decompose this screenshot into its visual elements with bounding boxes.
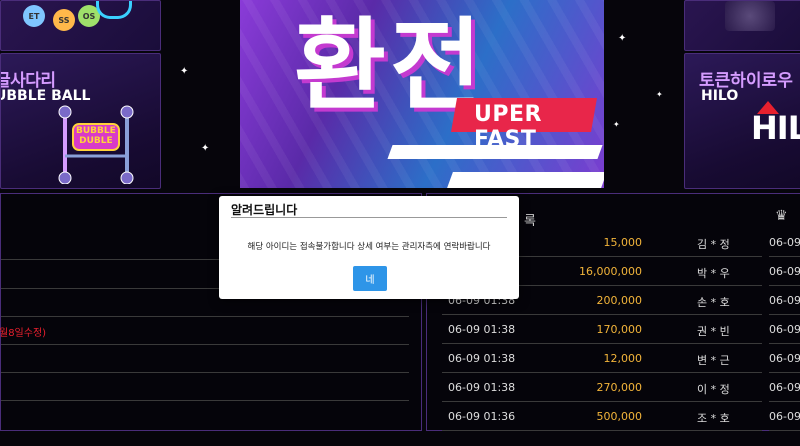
payout-amount: 16,000,000 — [579, 265, 642, 278]
side-table-row: 06-09 — [769, 227, 800, 257]
banner-stripe — [387, 145, 603, 159]
table-row: 06-09 01:38 170,000 권 * 빈 — [442, 314, 762, 344]
side-table-row: 06-09 — [769, 314, 800, 344]
sparkle-icon: ✦ — [180, 66, 189, 77]
payout-amount: 15,000 — [603, 236, 643, 249]
notice-item-text[interactable]: 월8일수정) — [0, 324, 46, 339]
side-time: 06-09 — [769, 410, 800, 423]
side-time: 06-09 — [769, 236, 800, 249]
payout-time: 06-09 01:36 — [448, 410, 516, 423]
payout-amount: 200,000 — [596, 294, 643, 307]
payout-amount: 170,000 — [596, 323, 643, 336]
side-table-row: 06-09 — [769, 401, 800, 431]
sparkle-icon: ✦ — [618, 33, 627, 44]
dialog-message: 해당 아이디는 접속불가합니다 상세 여부는 관리자측에 연락바랍니다 — [247, 242, 491, 252]
notice-row-divider — [1, 372, 409, 373]
banner-stripe-bottom — [447, 172, 604, 188]
side-time: 06-09 — [769, 265, 800, 278]
side-table-row: 06-09 — [769, 256, 800, 286]
alert-dialog: 알려드립니다 해당 아이디는 접속불가합니다 상세 여부는 관리자측에 연락바랍… — [219, 196, 519, 299]
table-row: 06-09 01:36 500,000 조 * 호 — [442, 401, 762, 431]
payout-user: 김 * 정 — [697, 238, 730, 251]
side-time: 06-09 — [769, 323, 800, 336]
notice-row-divider — [1, 344, 409, 345]
payout-amount: 270,000 — [596, 381, 643, 394]
promo-banner[interactable]: 환전 UPER FAST — [240, 0, 604, 188]
neon-shape — [96, 1, 132, 19]
payout-user: 박 * 우 — [697, 267, 730, 280]
token-hilo-game-card[interactable]: 토큰하이로우 HILO HIL — [684, 53, 800, 189]
sparkle-icon: ✦ — [613, 120, 620, 129]
payout-user: 변 * 근 — [697, 354, 730, 367]
side-time: 06-09 — [769, 294, 800, 307]
side-table-row: 06-09 — [769, 285, 800, 315]
table-row: 06-09 01:38 12,000 변 * 근 — [442, 343, 762, 373]
ball-et: ET — [23, 5, 45, 27]
notice-row-divider — [1, 316, 409, 317]
table-row: 06-09 01:38 270,000 이 * 정 — [442, 372, 762, 402]
sparkle-icon: ✦ — [201, 143, 210, 154]
payout-amount: 500,000 — [596, 410, 643, 423]
payout-time: 06-09 01:38 — [448, 352, 516, 365]
dialog-title: 알려드립니다 — [231, 203, 298, 217]
game-subtitle: UBBLE BALL — [0, 88, 91, 104]
side-time: 06-09 — [769, 381, 800, 394]
game-subtitle: HILO — [701, 88, 739, 104]
side-table-row: 06-09 — [769, 372, 800, 402]
game-thumbnail — [725, 1, 775, 31]
bubble-game-card-top[interactable]: ET SS OS — [0, 0, 161, 51]
side-table-row: 06-09 — [769, 343, 800, 373]
hilo-logo: HIL — [751, 109, 800, 147]
bubble-logo-text: BUBBLE DUBLE — [76, 126, 116, 146]
sparkle-icon: ✦ — [656, 90, 663, 99]
side-time: 06-09 — [769, 352, 800, 365]
dialog-divider — [231, 217, 507, 218]
crown-icon: ♛ — [775, 208, 788, 224]
payout-user: 조 * 호 — [697, 412, 730, 425]
confirm-button[interactable]: 네 — [353, 266, 387, 291]
payout-time: 06-09 01:38 — [448, 323, 516, 336]
payout-amount: 12,000 — [603, 352, 643, 365]
ball-ss: SS — [53, 9, 75, 31]
payout-time: 06-09 01:38 — [448, 381, 516, 394]
bubble-ladder-game-card[interactable]: 글사다리 UBBLE BALL BUBBLE DUBLE — [0, 53, 161, 189]
payout-user: 이 * 정 — [697, 383, 730, 396]
payout-user: 손 * 호 — [697, 296, 730, 309]
payout-user: 권 * 빈 — [697, 325, 730, 338]
notice-row-divider — [1, 400, 409, 401]
game-card-top-right[interactable] — [684, 0, 800, 51]
